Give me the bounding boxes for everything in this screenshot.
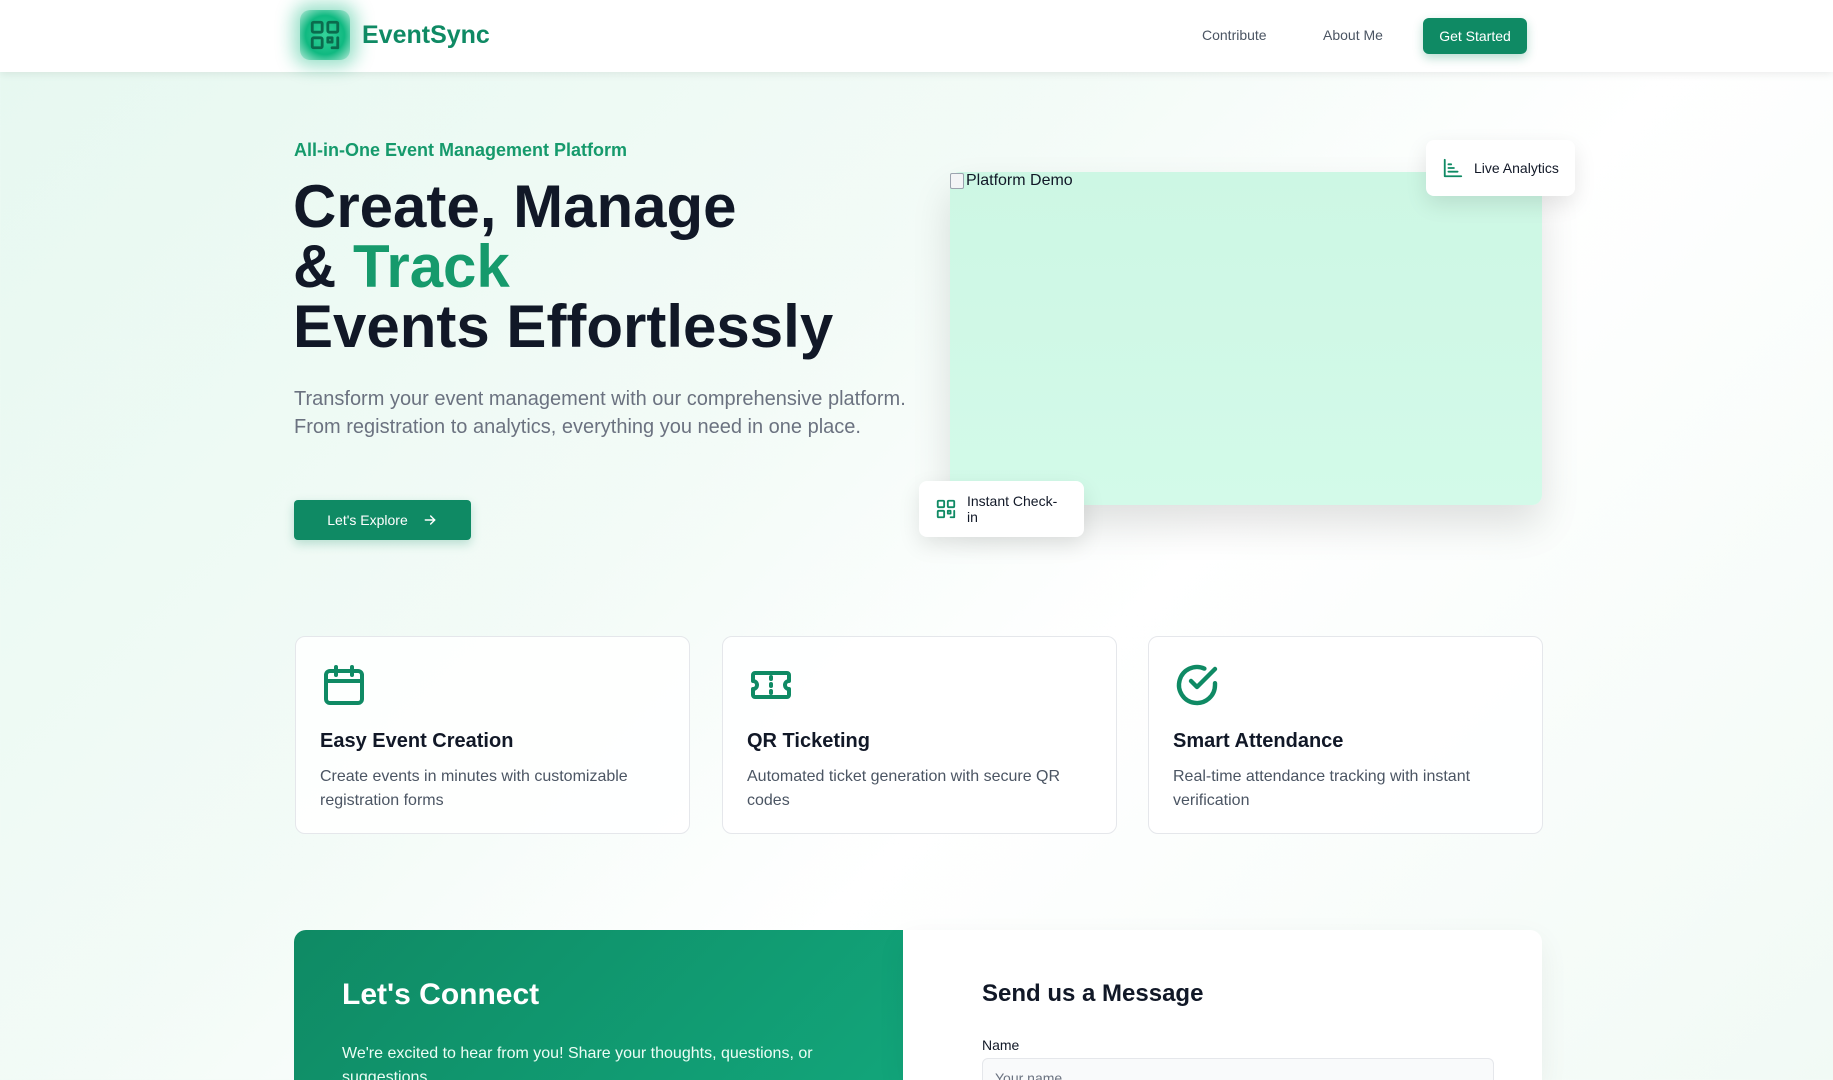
bar-chart-icon [1443, 158, 1463, 178]
hero-description: Transform your event management with our… [294, 388, 906, 438]
message-form-panel: Send us a Message Name [903, 930, 1542, 1080]
feature-title: QR Ticketing [747, 730, 870, 752]
feature-title: Easy Event Creation [320, 730, 514, 752]
live-analytics-label: Live Analytics [1474, 160, 1559, 176]
message-form-title: Send us a Message [982, 980, 1204, 1007]
lets-explore-button[interactable]: Let's Explore [294, 500, 471, 540]
qr-code-icon [936, 499, 956, 519]
nav-link-contribute[interactable]: Contribute [1202, 27, 1267, 43]
name-input[interactable] [982, 1058, 1494, 1080]
hero-title-line3: Events Effortlessly [293, 293, 834, 360]
get-started-button[interactable]: Get Started [1423, 18, 1527, 54]
top-navbar: EventSync Contribute About Me Get Starte… [0, 0, 1833, 72]
feature-description: Create events in minutes with customizab… [320, 768, 628, 809]
check-circle-icon [1176, 664, 1218, 706]
ticket-icon [751, 671, 791, 699]
broken-image-icon [950, 173, 964, 189]
lets-connect-panel: Let's Connect We're excited to hear from… [294, 930, 903, 1080]
feature-card-event-creation: Easy Event Creation Create events in min… [295, 636, 690, 834]
feature-description: Automated ticket generation with secure … [747, 768, 1061, 809]
nav-link-about-me[interactable]: About Me [1323, 27, 1383, 43]
calendar-icon [324, 665, 364, 705]
instant-checkin-label: Instant Check-in [966, 493, 1058, 525]
name-field-label: Name [982, 1037, 1020, 1053]
platform-demo-image: Platform Demo [950, 172, 1542, 505]
hero-title-line2-prefix: & [293, 233, 353, 300]
lets-explore-label: Let's Explore [327, 512, 408, 528]
live-analytics-badge: Live Analytics [1426, 140, 1575, 196]
feature-description: Real-time attendance tracking with insta… [1173, 768, 1471, 809]
hero-eyebrow: All-in-One Event Management Platform [294, 140, 628, 160]
feature-card-qr-ticketing: QR Ticketing Automated ticket generation… [722, 636, 1117, 834]
hero-title-line1: Create, Manage [293, 173, 737, 240]
brand-name: EventSync [362, 20, 490, 49]
hero-title: Create, Manage & Track Events Effortless… [293, 177, 943, 357]
platform-demo-alt: Platform Demo [950, 172, 1073, 190]
brand-logo[interactable]: EventSync [300, 10, 490, 60]
qr-code-icon [300, 10, 350, 60]
feature-title: Smart Attendance [1173, 730, 1344, 752]
platform-demo-alt-text: Platform Demo [966, 172, 1073, 189]
lets-connect-title: Let's Connect [342, 978, 540, 1011]
lets-connect-description: We're excited to hear from you! Share yo… [342, 1045, 813, 1080]
hero-title-accent: Track [353, 233, 510, 300]
instant-checkin-badge: Instant Check-in [919, 481, 1084, 537]
arrow-right-icon [424, 515, 436, 525]
feature-card-smart-attendance: Smart Attendance Real-time attendance tr… [1148, 636, 1543, 834]
